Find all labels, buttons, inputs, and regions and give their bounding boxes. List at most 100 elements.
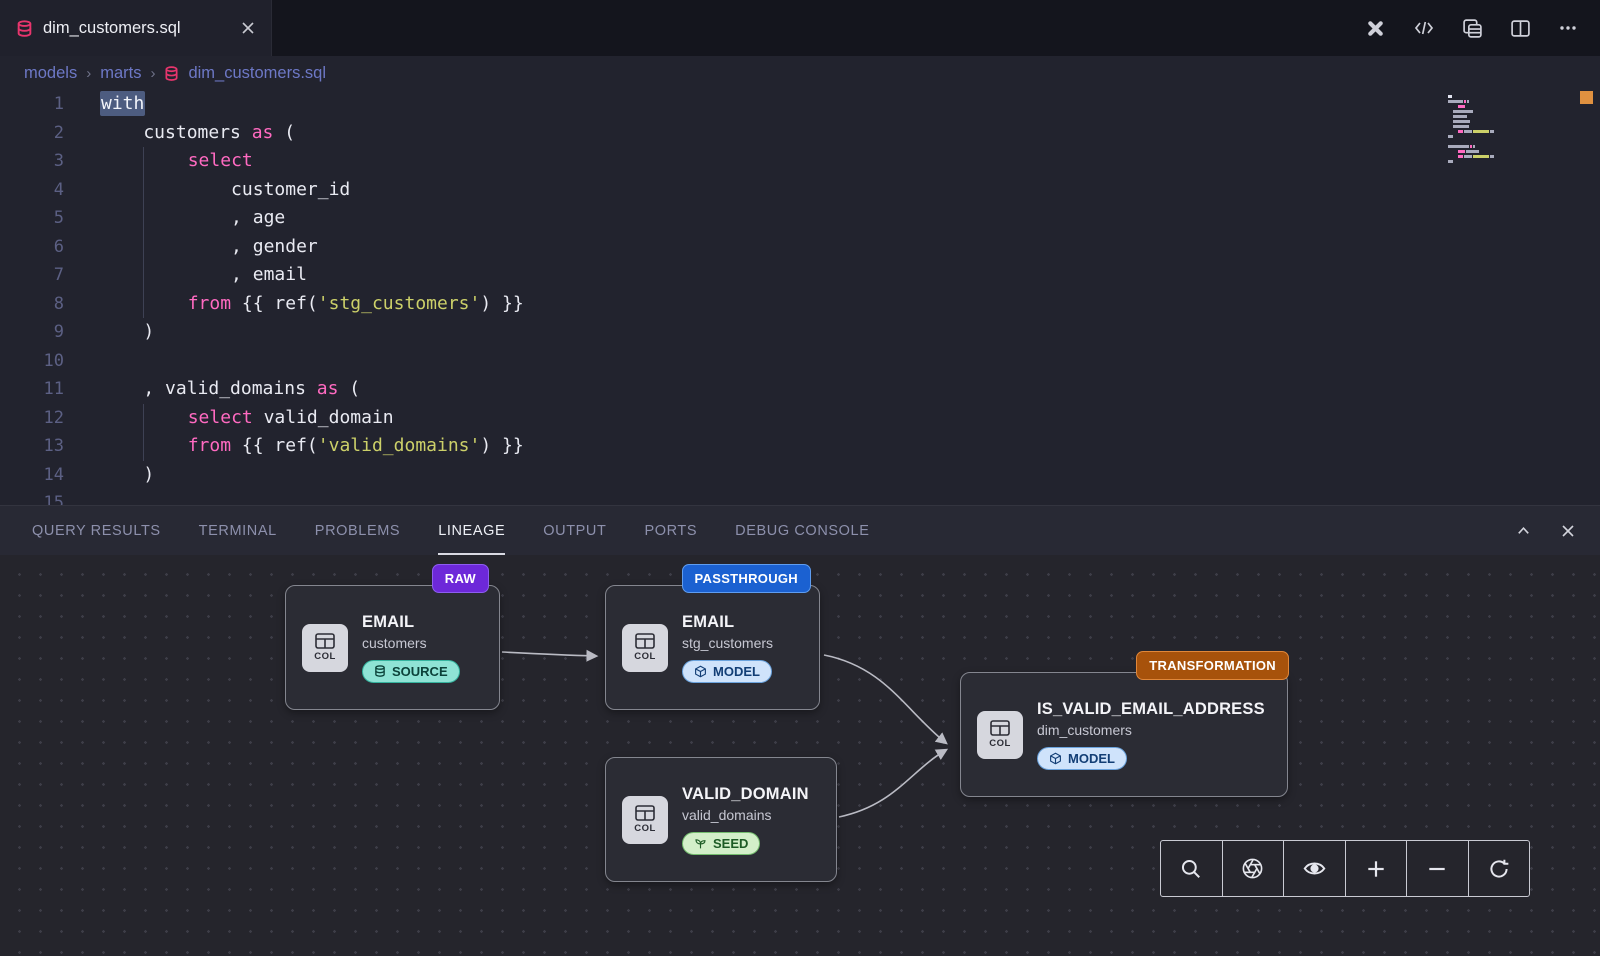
node-subtitle: valid_domains — [682, 807, 772, 823]
tag-raw: RAW — [432, 564, 489, 593]
lineage-node-stg-customers[interactable]: PASSTHROUGH COL EMAIL stg_customers MODE… — [605, 585, 820, 710]
column-icon: COL — [302, 624, 348, 672]
split-editor-icon[interactable] — [1510, 18, 1531, 39]
column-icon-label: COL — [314, 651, 336, 662]
tag-passthrough: PASSTHROUGH — [682, 564, 811, 593]
line-number: 2 — [0, 119, 64, 148]
code-line: 2 customers as ( — [0, 119, 1600, 148]
line-number: 12 — [0, 404, 64, 433]
code-line: 5 , age — [0, 204, 1600, 233]
node-title: IS_VALID_EMAIL_ADDRESS — [1037, 700, 1265, 719]
node-subtitle: stg_customers — [682, 635, 773, 651]
lineage-toolbar — [1160, 840, 1530, 897]
column-icon-label: COL — [989, 738, 1011, 749]
code-line: 4 customer_id — [0, 176, 1600, 205]
line-number: 10 — [0, 347, 64, 376]
column-icon: COL — [622, 796, 668, 844]
panel-tab-debug-console[interactable]: DEBUG CONSOLE — [735, 506, 869, 555]
column-icon-label: COL — [634, 651, 656, 662]
line-number: 9 — [0, 318, 64, 347]
breadcrumb-separator: › — [150, 65, 155, 82]
refresh-button[interactable] — [1469, 841, 1530, 896]
search-button[interactable] — [1161, 841, 1223, 896]
panel-tab-problems[interactable]: PROBLEMS — [315, 506, 400, 555]
more-actions-icon[interactable] — [1558, 18, 1578, 38]
line-number: 4 — [0, 176, 64, 205]
code-line: 13 from {{ ref('valid_domains') }} — [0, 432, 1600, 461]
code-lines: 1with2 customers as (3 select4 customer_… — [0, 90, 1600, 505]
scrollbar-change-marker — [1580, 91, 1593, 104]
node-title: EMAIL — [682, 613, 734, 632]
code-line: 8 from {{ ref('stg_customers') }} — [0, 290, 1600, 319]
code-line: 6 , gender — [0, 233, 1600, 262]
column-icon-label: COL — [634, 823, 656, 834]
panel-tab-query-results[interactable]: QUERY RESULTS — [32, 506, 161, 555]
node-subtitle: dim_customers — [1037, 722, 1132, 738]
line-number: 1 — [0, 90, 64, 119]
editor-tab-bar: dim_customers.sql — [0, 0, 1600, 56]
line-number: 7 — [0, 261, 64, 290]
tab-close-icon[interactable] — [241, 21, 255, 35]
line-number: 13 — [0, 432, 64, 461]
line-number: 8 — [0, 290, 64, 319]
line-number: 11 — [0, 375, 64, 404]
line-number: 5 — [0, 204, 64, 233]
line-number: 6 — [0, 233, 64, 262]
line-number: 3 — [0, 147, 64, 176]
line-number: 15 — [0, 489, 64, 505]
badge-model: MODEL — [682, 660, 772, 683]
code-line: 12 select valid_domain — [0, 404, 1600, 433]
code-editor[interactable]: 1with2 customers as (3 select4 customer_… — [0, 90, 1600, 505]
collapse-panel-icon[interactable] — [1515, 522, 1532, 539]
panel-tabs: QUERY RESULTS TERMINAL PROBLEMS LINEAGE OUTP… — [32, 506, 907, 555]
column-icon: COL — [622, 624, 668, 672]
line-number: 14 — [0, 461, 64, 490]
editor-actions — [1365, 0, 1600, 56]
panel-tab-lineage[interactable]: LINEAGE — [438, 506, 505, 555]
tab-title: dim_customers.sql — [43, 19, 231, 38]
panel-tab-terminal[interactable]: TERMINAL — [199, 506, 277, 555]
lineage-node-valid-domains[interactable]: COL VALID_DOMAIN valid_domains SEED — [605, 757, 837, 882]
query-results-icon[interactable] — [1462, 18, 1483, 39]
code-line: 1with — [0, 90, 1600, 119]
zoom-out-button[interactable] — [1407, 841, 1469, 896]
visibility-button[interactable] — [1284, 841, 1346, 896]
panel-tab-bar: QUERY RESULTS TERMINAL PROBLEMS LINEAGE OUTP… — [0, 505, 1600, 555]
minimap[interactable] — [1448, 95, 1560, 170]
panel-tab-output[interactable]: OUTPUT — [543, 506, 606, 555]
node-title: VALID_DOMAIN — [682, 785, 809, 804]
breadcrumb-separator: › — [86, 65, 91, 82]
breadcrumb-marts[interactable]: marts — [100, 64, 141, 83]
dbt-icon[interactable] — [1365, 18, 1386, 39]
code-line: 14 ) — [0, 461, 1600, 490]
breadcrumb-models[interactable]: models — [24, 64, 77, 83]
close-panel-icon[interactable] — [1560, 523, 1576, 539]
tab-dim-customers-sql[interactable]: dim_customers.sql — [0, 0, 272, 56]
compile-code-icon[interactable] — [1413, 18, 1435, 38]
zoom-in-button[interactable] — [1346, 841, 1408, 896]
code-line: 7 , email — [0, 261, 1600, 290]
code-line: 9 ) — [0, 318, 1600, 347]
database-file-icon — [164, 66, 179, 81]
node-subtitle: customers — [362, 635, 427, 651]
lineage-node-customers[interactable]: RAW COL EMAIL customers SOURCE — [285, 585, 500, 710]
panel-actions — [1515, 522, 1600, 539]
tag-transformation: TRANSFORMATION — [1136, 651, 1289, 680]
code-line: 11 , valid_domains as ( — [0, 375, 1600, 404]
code-line: 15 — [0, 489, 1600, 505]
breadcrumb-file[interactable]: dim_customers.sql — [188, 64, 326, 83]
badge-source: SOURCE — [362, 660, 460, 683]
code-line: 10 — [0, 347, 1600, 376]
code-line: 3 select — [0, 147, 1600, 176]
database-file-icon — [16, 20, 33, 37]
vscode-window: dim_customers.sql — [0, 0, 1600, 956]
lineage-node-dim-customers[interactable]: TRANSFORMATION COL IS_VALID_EMAIL_ADDRES… — [960, 672, 1288, 797]
lineage-canvas[interactable]: RAW COL EMAIL customers SOURCE — [0, 555, 1600, 956]
badge-seed: SEED — [682, 832, 760, 855]
badge-model: MODEL — [1037, 747, 1127, 770]
breadcrumb: models › marts › dim_customers.sql — [0, 56, 1600, 90]
panel-tab-ports[interactable]: PORTS — [644, 506, 697, 555]
aperture-button[interactable] — [1223, 841, 1285, 896]
column-icon: COL — [977, 711, 1023, 759]
node-title: EMAIL — [362, 613, 414, 632]
